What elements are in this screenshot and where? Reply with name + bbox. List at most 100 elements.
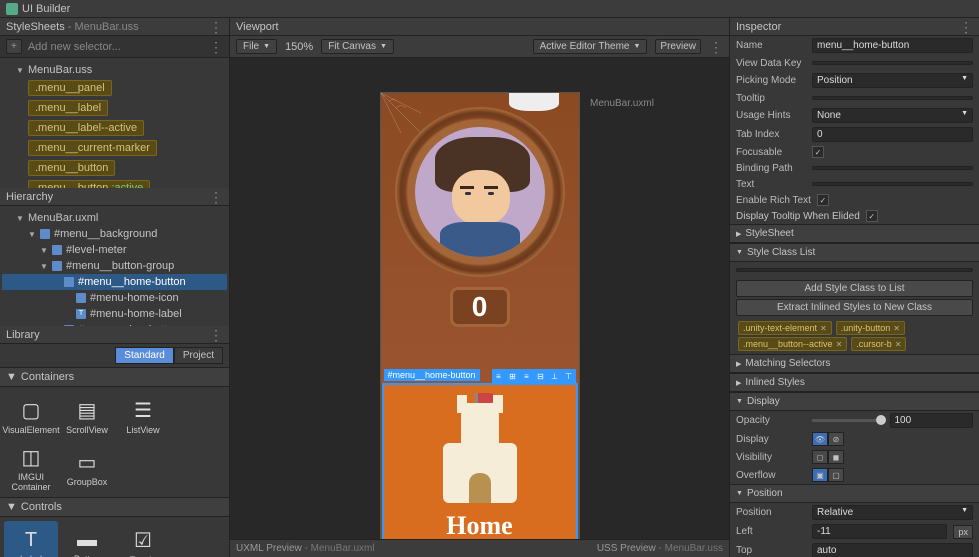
theme-dropdown[interactable]: Active Editor Theme▼	[533, 39, 648, 54]
stylesheet-section[interactable]: ▶StyleSheet	[730, 224, 979, 243]
class-input[interactable]	[736, 268, 973, 272]
align-tool-icon[interactable]: ⊥	[548, 369, 562, 383]
uss-file-row[interactable]: ▼MenuBar.uss	[2, 62, 227, 78]
inlined-section[interactable]: ▶Inlined Styles	[730, 373, 979, 392]
menu-icon[interactable]: ⋮	[209, 23, 223, 31]
web-decoration	[381, 93, 421, 133]
castle-icon	[435, 403, 525, 503]
focusable-checkbox[interactable]: ✓	[812, 146, 824, 158]
menu-icon[interactable]: ⋮	[209, 193, 223, 201]
matching-section[interactable]: ▶Matching Selectors	[730, 354, 979, 373]
uss-preview-tab[interactable]: USS Preview - MenuBar.uss	[597, 543, 723, 554]
file-menu[interactable]: File▼	[236, 39, 277, 54]
richtext-checkbox[interactable]: ✓	[817, 194, 829, 206]
library-item[interactable]: ▤ScrollView	[60, 391, 114, 441]
stylesheets-header: StyleSheets - MenuBar.uss ⋮	[0, 18, 229, 36]
position-section[interactable]: ▼Position	[730, 484, 979, 503]
app-icon	[6, 3, 18, 15]
menu-home-button-element[interactable]: #menu__home-button ≡ ⊞ ≡ ⊟ ⊥ ⊤	[382, 383, 578, 539]
hidden-toggle[interactable]: ◼	[828, 450, 844, 464]
library-item[interactable]: ▬Button	[60, 521, 114, 557]
hierarchy-item[interactable]: #menu__home-button	[2, 274, 227, 290]
selector-row[interactable]: .menu__current-marker	[2, 138, 227, 158]
game-canvas[interactable]: 0 #menu__home-button ≡ ⊞ ≡ ⊟ ⊥ ⊤	[380, 92, 580, 539]
class-pill[interactable]: .menu__button--active ✕	[738, 337, 847, 351]
hierarchy-item[interactable]: T#menu-home-label	[2, 306, 227, 322]
display-none-toggle[interactable]: ⊘	[828, 432, 844, 446]
add-selector-input[interactable]: Add new selector...	[28, 41, 203, 53]
hierarchy-item[interactable]: ▼#menu__button-group	[2, 258, 227, 274]
opacity-slider[interactable]	[812, 419, 886, 422]
visible-toggle[interactable]: ◻	[812, 450, 828, 464]
library-item[interactable]: ▭GroupBox	[60, 443, 114, 493]
class-pill[interactable]: .unity-button ✕	[836, 321, 905, 335]
library-item[interactable]: ▢VisualElement	[4, 391, 58, 441]
usage-dropdown[interactable]: None ▼	[812, 108, 973, 123]
home-label: Home	[446, 511, 512, 539]
selector-row[interactable]: .menu__button :active	[2, 178, 227, 188]
preview-button[interactable]: Preview	[655, 39, 701, 54]
add-class-button[interactable]: Add Style Class to List	[736, 280, 973, 297]
menu-icon[interactable]: ⋮	[209, 331, 223, 339]
class-pill[interactable]: .cursor-b ✕	[851, 337, 906, 351]
selector-row[interactable]: .menu__label	[2, 98, 227, 118]
selector-row[interactable]: .menu__button	[2, 158, 227, 178]
snow-decoration	[509, 93, 559, 111]
align-tool-icon[interactable]: ⊞	[506, 369, 520, 383]
library-item[interactable]: ☑Toggle	[116, 521, 170, 557]
library-item[interactable]: ◫IMGUI Container	[4, 443, 58, 493]
display-section[interactable]: ▼Display	[730, 392, 979, 411]
classlist-section[interactable]: ▼Style Class List	[730, 243, 979, 262]
name-field[interactable]: menu__home-button	[812, 38, 973, 53]
tabindex-field[interactable]: 0	[812, 127, 973, 142]
level-number: 0	[472, 291, 488, 323]
portrait-frame	[395, 107, 565, 277]
tooltip-field[interactable]	[812, 96, 973, 100]
controls-section[interactable]: ▼Controls	[0, 497, 229, 517]
menu-icon[interactable]: ⋮	[959, 23, 973, 31]
overflow-hidden-toggle[interactable]: ▢	[828, 468, 844, 482]
hierarchy-item[interactable]: ▼#menu__background	[2, 226, 227, 242]
menu-icon[interactable]: ⋮	[209, 43, 223, 51]
extract-button[interactable]: Extract Inlined Styles to New Class	[736, 299, 973, 316]
containers-section[interactable]: ▼Containers	[0, 367, 229, 387]
text-field[interactable]	[812, 182, 973, 186]
selector-row[interactable]: .menu__label--active	[2, 118, 227, 138]
displaytooltip-checkbox[interactable]: ✓	[866, 210, 878, 222]
align-tool-icon[interactable]: ⊤	[562, 369, 576, 383]
hierarchy-item[interactable]: #menu-home-icon	[2, 290, 227, 306]
picking-dropdown[interactable]: Position ▼	[812, 73, 973, 88]
remove-class-icon[interactable]: ✕	[820, 324, 827, 333]
library-item[interactable]: ☰ListView	[116, 391, 170, 441]
align-tool-icon[interactable]: ≡	[492, 369, 506, 383]
align-tool-icon[interactable]: ⊟	[534, 369, 548, 383]
uxml-preview-tab[interactable]: UXML Preview - MenuBar.uxml	[236, 543, 375, 554]
remove-class-icon[interactable]: ✕	[895, 340, 902, 349]
overflow-visible-toggle[interactable]: ▣	[812, 468, 828, 482]
selector-row[interactable]: .menu__panel	[2, 78, 227, 98]
position-dropdown[interactable]: Relative ▼	[812, 505, 973, 520]
fit-canvas-dropdown[interactable]: Fit Canvas▼	[321, 39, 394, 54]
zoom-label[interactable]: 150%	[285, 41, 313, 53]
remove-class-icon[interactable]: ✕	[836, 340, 843, 349]
class-pill[interactable]: .unity-text-element ✕	[738, 321, 832, 335]
menu-icon[interactable]: ⋮	[709, 43, 723, 51]
left-field[interactable]: -11	[812, 524, 947, 539]
add-button[interactable]: +	[6, 39, 22, 54]
viewdatakey-field[interactable]	[812, 61, 973, 65]
app-title: UI Builder	[22, 3, 70, 15]
remove-class-icon[interactable]: ✕	[893, 324, 900, 333]
level-badge: 0	[450, 287, 510, 327]
bindingpath-field[interactable]	[812, 166, 973, 170]
display-flex-toggle[interactable]: 👁	[812, 432, 828, 446]
inspector-header: Inspector⋮	[730, 18, 979, 36]
titlebar: UI Builder	[0, 0, 979, 18]
align-tool-icon[interactable]: ≡	[520, 369, 534, 383]
top-field[interactable]: auto	[812, 543, 973, 557]
hierarchy-header: Hierarchy ⋮	[0, 188, 229, 206]
tab-project[interactable]: Project	[174, 347, 223, 364]
library-item[interactable]: TLabel	[4, 521, 58, 557]
hierarchy-item[interactable]: ▼#level-meter	[2, 242, 227, 258]
tab-standard[interactable]: Standard	[115, 347, 174, 364]
hierarchy-root[interactable]: ▼MenuBar.uxml	[2, 210, 227, 226]
